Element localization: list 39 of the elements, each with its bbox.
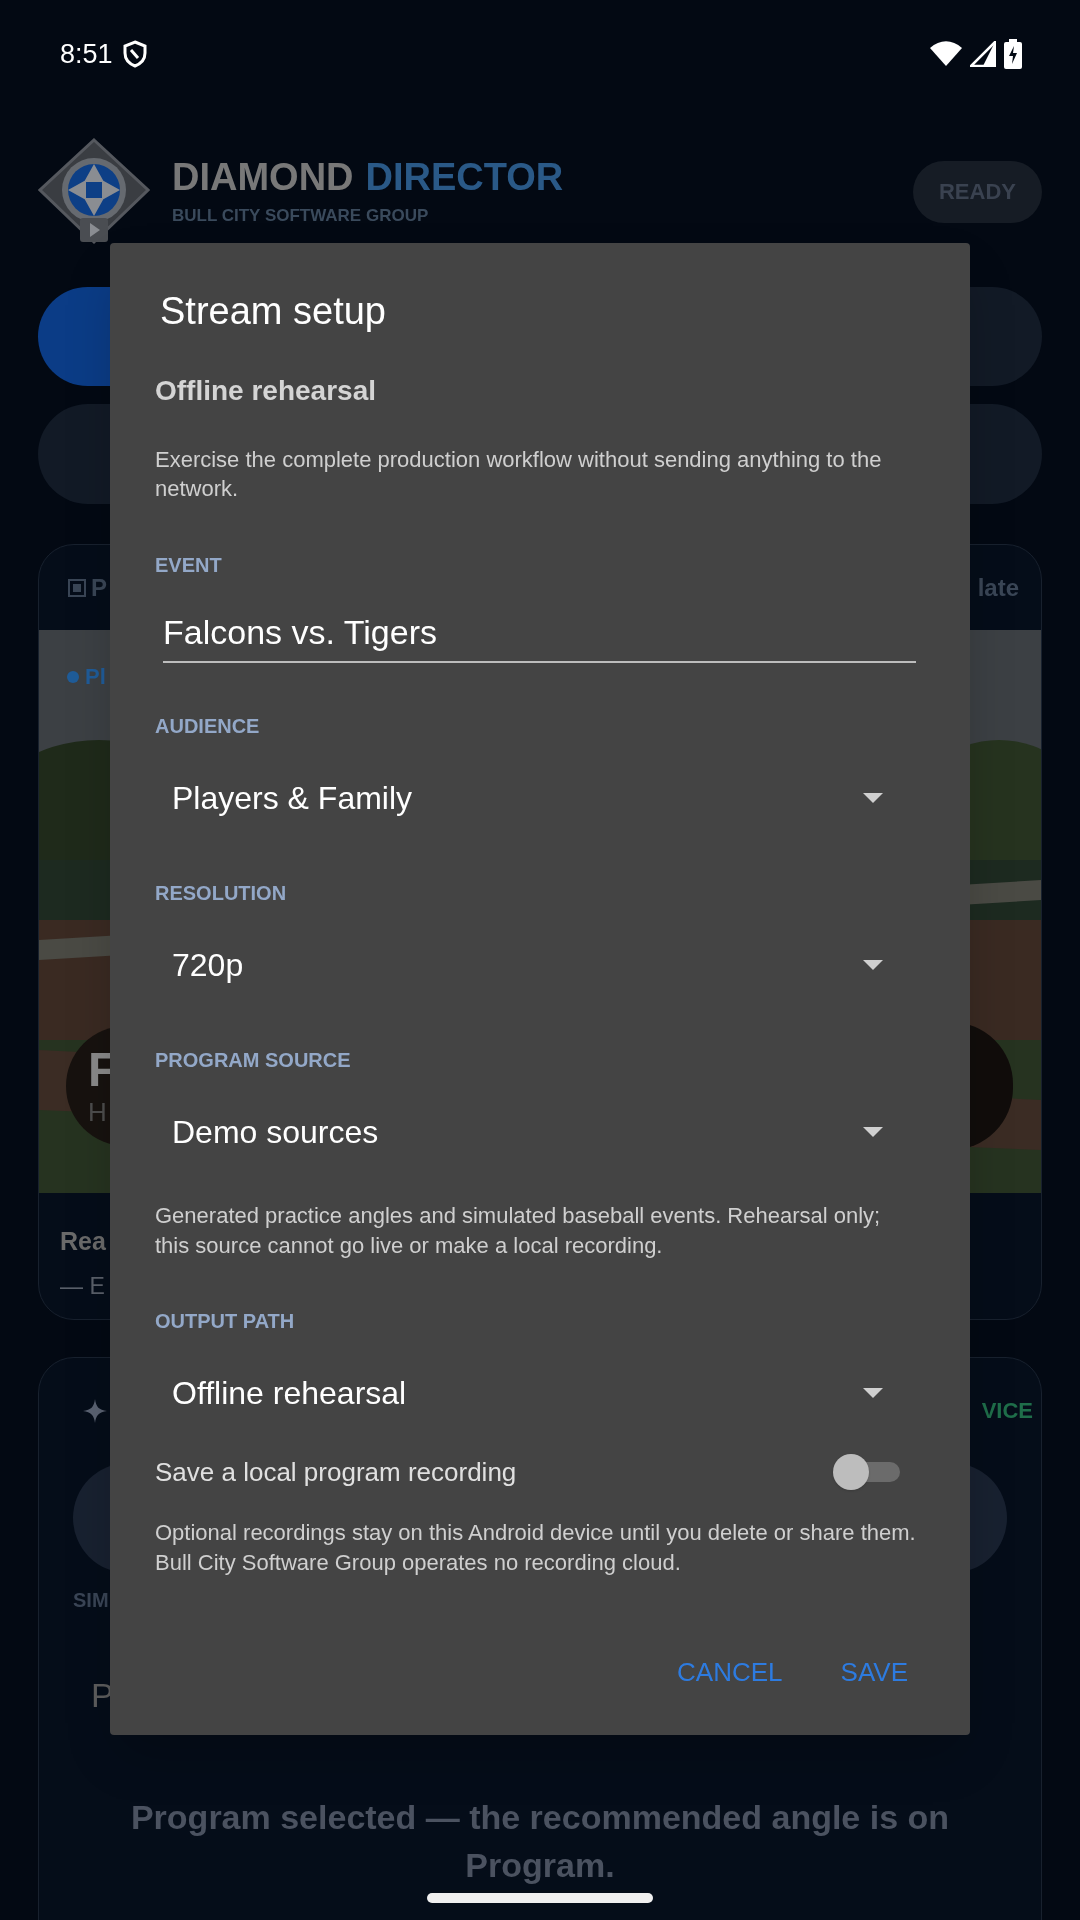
- status-title: Rea: [60, 1226, 106, 1257]
- status-detail: — E: [60, 1271, 105, 1301]
- dropdown-caret-icon: [863, 793, 883, 803]
- status-label: VICE: [981, 1397, 1033, 1425]
- helper-text: Generated practice angles and simulated baseball events. Rehearsal only; this source cannot go live or make a local recording.: [155, 1202, 882, 1260]
- dropdown[interactable]: Demo sources: [155, 1100, 916, 1164]
- logo-icon: [38, 137, 150, 246]
- overlay-subtitle: H: [88, 1096, 108, 1128]
- field-label: PROGRAM SOURCE: [155, 1048, 352, 1072]
- battery-charging-icon: [1004, 39, 1022, 69]
- frame-icon: [68, 578, 86, 597]
- info-note: Optional recordings stay on this Android device until you delete or share them. Bull City Software Group operates no recording cloud.: [155, 1519, 916, 1577]
- wifi-icon: [930, 41, 962, 67]
- app-title: DIRECTOR: [365, 154, 564, 199]
- footer-message: Program selected — the recommended angle is on Program.: [129, 1797, 951, 1886]
- dropdown[interactable]: Offline rehearsal: [155, 1361, 916, 1425]
- shield-icon: [122, 40, 147, 68]
- app-subtitle: BULL CITY SOFTWARE GROUP: [172, 204, 430, 227]
- mode-title: Offline rehearsal: [155, 374, 377, 408]
- status-time: 8:51: [60, 37, 113, 71]
- dropdown-caret-icon: [863, 1388, 883, 1398]
- sparkle-icon: [83, 1398, 107, 1423]
- section-label: SIM: [73, 1588, 110, 1613]
- event-input[interactable]: Falcons vs. Tigers: [163, 603, 916, 663]
- dropdown[interactable]: Players & Family: [155, 766, 916, 830]
- switch-label: Save a local program recording: [155, 1455, 517, 1489]
- dropdown-caret-icon: [863, 1127, 883, 1137]
- live-tag: Pl: [85, 660, 106, 693]
- mode-description: Exercise the complete production workflow without sending anything to the network.: [155, 446, 883, 503]
- toggle-switch[interactable]: [833, 1454, 900, 1490]
- card-title: P: [91, 572, 107, 603]
- dialog-title: Stream setup: [159, 289, 387, 334]
- field-label: OUTPUT PATH: [155, 1309, 296, 1333]
- field-label: RESOLUTION: [155, 881, 288, 905]
- signal-icon: [970, 41, 996, 67]
- dropdown[interactable]: 720p: [155, 933, 916, 997]
- app-title: DIAMOND: [172, 154, 354, 199]
- field-label: AUDIENCE: [155, 714, 261, 738]
- field-label: EVENT: [155, 553, 223, 577]
